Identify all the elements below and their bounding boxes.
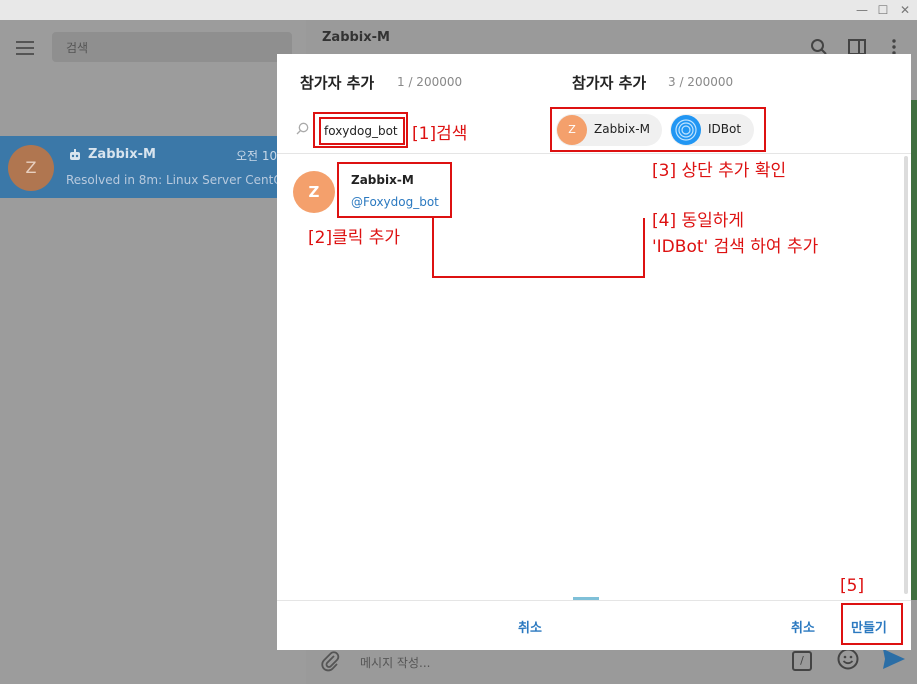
bot-command-icon[interactable]: / (792, 651, 812, 671)
sidebar (0, 20, 306, 684)
annotation-box-create (841, 603, 903, 645)
divider (549, 600, 911, 601)
chat-list-item[interactable]: Z Zabbix-M 오전 10 Resolved in 8m: Linux S… (0, 136, 306, 198)
annotation-box-search (313, 112, 408, 148)
participant-count: 3 / 200000 (668, 75, 734, 89)
chat-time: 오전 10 (236, 149, 278, 163)
annotation-step4-line1: [4] 동일하게 (652, 211, 745, 231)
minimize-button[interactable]: — (852, 2, 872, 18)
annotation-box-result (337, 162, 452, 218)
chat-preview: Resolved in 8m: Linux Server CentO (66, 173, 283, 187)
menu-icon[interactable] (16, 41, 34, 55)
chat-title: Zabbix-M (322, 30, 390, 45)
annotation-step1: [1]검색 (412, 124, 468, 144)
participant-count: 1 / 200000 (397, 75, 463, 89)
search-icon (296, 122, 309, 135)
annotation-step3: [3] 상단 추가 확인 (652, 161, 787, 181)
window-titlebar: — ☐ ✕ (0, 0, 917, 20)
dialog-title: 참가자 추가 (300, 74, 375, 92)
annotation-step2: [2]클릭 추가 (308, 228, 401, 248)
message-input[interactable]: 메시지 작성... (360, 654, 430, 671)
avatar: Z (293, 171, 335, 213)
annotation-box-chips (550, 107, 766, 152)
close-button[interactable]: ✕ (895, 2, 915, 18)
divider (549, 153, 911, 154)
bot-icon (70, 149, 80, 160)
sidebar-search-input[interactable]: 검색 (52, 32, 292, 62)
annotation-step4-line2: 'IDBot' 검색 하여 추가 (652, 237, 819, 257)
maximize-button[interactable]: ☐ (873, 2, 893, 18)
attach-icon[interactable] (320, 650, 340, 672)
annotation-connector (432, 218, 645, 278)
emoji-icon[interactable] (837, 648, 859, 670)
dialog-title: 참가자 추가 (572, 74, 647, 92)
cancel-button[interactable]: 취소 (791, 617, 815, 636)
avatar: Z (8, 145, 54, 191)
cancel-button[interactable]: 취소 (518, 617, 542, 636)
annotation-step5: [5] (840, 576, 865, 596)
chat-name: Zabbix-M (88, 147, 156, 162)
sidebar-search-placeholder: 검색 (66, 41, 89, 55)
send-icon[interactable] (882, 648, 906, 670)
scrollbar[interactable] (904, 156, 908, 594)
